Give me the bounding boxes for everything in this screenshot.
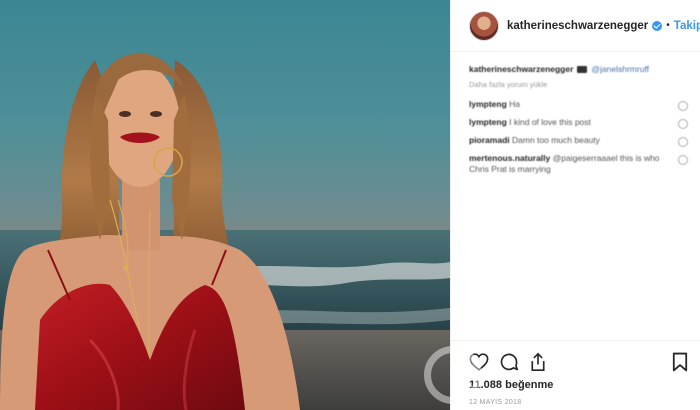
comment-like-icon[interactable] bbox=[678, 101, 688, 111]
comment-text: Damn too much beauty bbox=[512, 135, 600, 145]
separator-dot: • bbox=[666, 20, 670, 31]
post-date: 12 MAYIS 2018 bbox=[469, 399, 522, 406]
comment-item: mertenous.naturally @paigeserraaael this… bbox=[469, 153, 688, 175]
post-photo[interactable] bbox=[0, 0, 450, 410]
watermark-logo bbox=[424, 346, 482, 404]
comment-like-icon[interactable] bbox=[678, 155, 688, 165]
follow-button[interactable]: Takip Et bbox=[674, 20, 700, 32]
comment-username[interactable]: mertenous.naturally bbox=[469, 153, 550, 163]
comment-username[interactable]: pioramadi bbox=[469, 135, 510, 145]
comment-icon[interactable] bbox=[499, 352, 519, 372]
camera-emoji-icon bbox=[577, 65, 588, 73]
comment-item: pioramadi Damn too much beauty bbox=[469, 135, 688, 147]
caption-username[interactable]: katherineschwarzenegger bbox=[469, 64, 573, 74]
photo-illustration bbox=[0, 53, 450, 410]
caption-mention[interactable]: @janelshrmruff bbox=[591, 64, 649, 74]
post-actions: 11.088 beğenme 12 MAYIS 2018 bbox=[451, 340, 700, 406]
comment-username[interactable]: lympteng bbox=[469, 117, 507, 127]
username-link[interactable]: katherineschwarzenegger bbox=[507, 20, 648, 32]
likes-count[interactable]: 11.088 beğenme bbox=[469, 379, 688, 391]
action-icons bbox=[469, 347, 688, 377]
comments-section: katherineschwarzenegger @janelshrmruff D… bbox=[451, 52, 700, 175]
share-icon[interactable] bbox=[529, 352, 547, 372]
post-side-panel: katherineschwarzenegger • Takip Et kathe… bbox=[450, 0, 700, 410]
post-header: katherineschwarzenegger • Takip Et bbox=[451, 0, 700, 52]
comment-like-icon[interactable] bbox=[678, 119, 688, 129]
avatar[interactable] bbox=[469, 10, 499, 41]
comment-item: lympteng I kind of love this post bbox=[469, 117, 688, 129]
comment-username[interactable]: lympteng bbox=[469, 99, 507, 109]
caption: katherineschwarzenegger @janelshrmruff bbox=[469, 64, 688, 74]
verified-badge-icon bbox=[652, 20, 663, 31]
comment-text: Ha bbox=[509, 99, 521, 109]
load-more-comments[interactable]: Daha fazla yorum yükle bbox=[469, 80, 688, 89]
comment-item: lympteng Ha bbox=[469, 99, 688, 111]
comment-text: I kind of love this post bbox=[509, 117, 591, 127]
bookmark-icon[interactable] bbox=[672, 352, 688, 372]
comment-like-icon[interactable] bbox=[678, 137, 688, 147]
